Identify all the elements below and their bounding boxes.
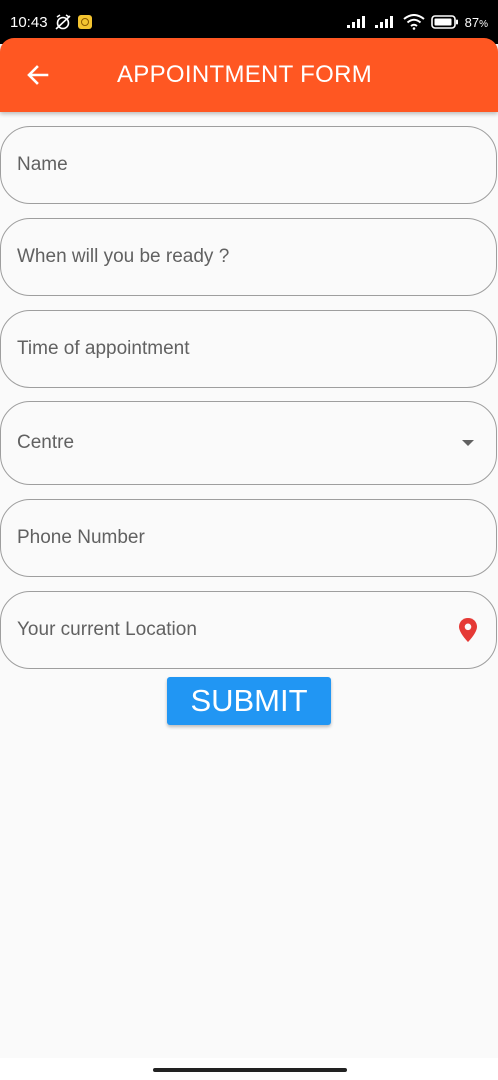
- location-field[interactable]: [0, 591, 497, 669]
- location-input[interactable]: [17, 619, 458, 641]
- app-notification-icon: [77, 15, 92, 29]
- signal-icon: [346, 16, 369, 28]
- ready-input[interactable]: [17, 246, 478, 268]
- centre-dropdown[interactable]: Centre: [0, 401, 497, 485]
- wifi-icon: [403, 14, 425, 30]
- location-pin-icon[interactable]: [458, 617, 478, 643]
- signal-icon-2: [374, 16, 397, 28]
- home-indicator[interactable]: [153, 1068, 347, 1072]
- app-bar: APPOINTMENT FORM: [0, 38, 498, 112]
- phone-field[interactable]: [0, 499, 497, 577]
- name-input[interactable]: [17, 154, 478, 176]
- time-input[interactable]: [17, 338, 478, 360]
- phone-input[interactable]: [17, 527, 478, 549]
- alarm-off-icon: [54, 14, 72, 30]
- back-button[interactable]: [20, 57, 56, 93]
- dropdown-arrow-icon[interactable]: [462, 440, 474, 446]
- status-bar-left: 10:43: [10, 14, 92, 31]
- name-field[interactable]: [0, 126, 497, 204]
- battery-icon: [430, 15, 459, 29]
- submit-button[interactable]: SUBMIT: [167, 677, 331, 725]
- battery-percent: 87%: [464, 14, 488, 30]
- page-title: APPOINTMENT FORM: [117, 61, 373, 88]
- status-time: 10:43: [10, 13, 48, 31]
- time-field[interactable]: [0, 310, 497, 388]
- status-bar-right: 87%: [346, 14, 488, 30]
- ready-field[interactable]: [0, 218, 497, 296]
- centre-label: Centre: [17, 432, 75, 453]
- arrow-left-icon: [27, 65, 49, 85]
